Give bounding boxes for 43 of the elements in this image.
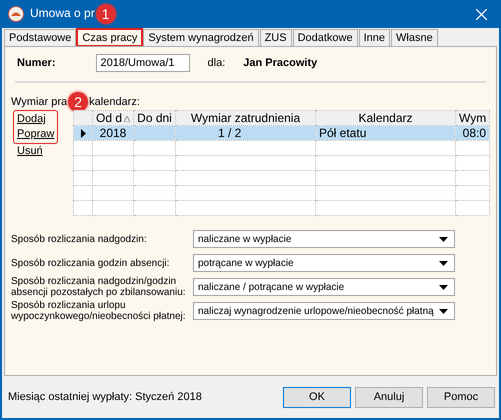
sort-icon — [124, 116, 130, 122]
section-label: kalendarz: — [89, 96, 140, 108]
tab[interactable]: ZUS — [260, 29, 292, 46]
field-label: dla: — [208, 57, 226, 69]
caret-icon — [439, 308, 448, 314]
table-cell: 08:0 — [462, 126, 486, 140]
tab[interactable]: Czas pracy — [77, 29, 142, 46]
field-label: Sposób rozliczania godzin absencji: — [11, 258, 170, 268]
dropdown[interactable]: potrącane w wypłacie — [193, 254, 455, 272]
caret-icon — [439, 236, 448, 242]
field-label: Sposób rozliczania urlopu wypoczynkowego/nieobecności płatnej: — [11, 300, 187, 322]
tab[interactable]: Podstawowe — [4, 29, 76, 46]
dialog-button[interactable]: Anuluj — [355, 386, 423, 408]
table-cell: Pół etatu — [319, 126, 366, 140]
step-badge: 2 — [68, 92, 88, 112]
status-text: Miesiąc ostatniej wypłaty: Styczeń 2018 — [8, 391, 203, 403]
table-cell: 1 / 2 — [218, 126, 242, 140]
link[interactable]: Dodaj — [17, 112, 54, 127]
field-label: Sposób rozliczania nadgodzin: — [11, 234, 148, 244]
dropdown[interactable]: naliczaj wynagrodzenie urlopowe/nieobecność płatną — [193, 302, 455, 320]
section-label: Wymiar pra — [11, 96, 68, 108]
window-title: Umowa o pr — [30, 6, 95, 20]
row-pointer-icon — [80, 128, 86, 138]
tab[interactable]: Dodatkowe — [292, 29, 358, 46]
tab[interactable]: Inne — [358, 29, 390, 46]
dropdown[interactable]: naliczane / potrącane w wypłacie — [193, 278, 455, 296]
table-cell: 2018 — [100, 126, 126, 140]
link[interactable]: Usuń — [17, 144, 43, 159]
close-icon[interactable] — [476, 8, 487, 20]
caret-icon — [439, 260, 448, 266]
input-field[interactable]: 2018/Umowa/1 — [96, 54, 190, 72]
step-badge: 1 — [96, 4, 116, 24]
dialog-button[interactable]: OK — [283, 386, 351, 408]
employee-name: Jan Pracowity — [243, 57, 318, 69]
field-label: Numer: — [17, 57, 56, 69]
dialog-button[interactable]: Pomoc — [427, 386, 495, 408]
caret-icon — [439, 284, 448, 290]
link[interactable]: Popraw — [17, 127, 54, 142]
logo-icon — [8, 6, 24, 22]
field-label: Sposób rozliczania nadgodzin/godzin absencji pozostałych po zbilansowaniu: — [11, 276, 187, 298]
tab[interactable]: Własne — [391, 29, 438, 46]
tab[interactable]: System wynagrodzeń — [143, 29, 259, 46]
dropdown[interactable]: naliczane w wypłacie — [193, 230, 455, 248]
